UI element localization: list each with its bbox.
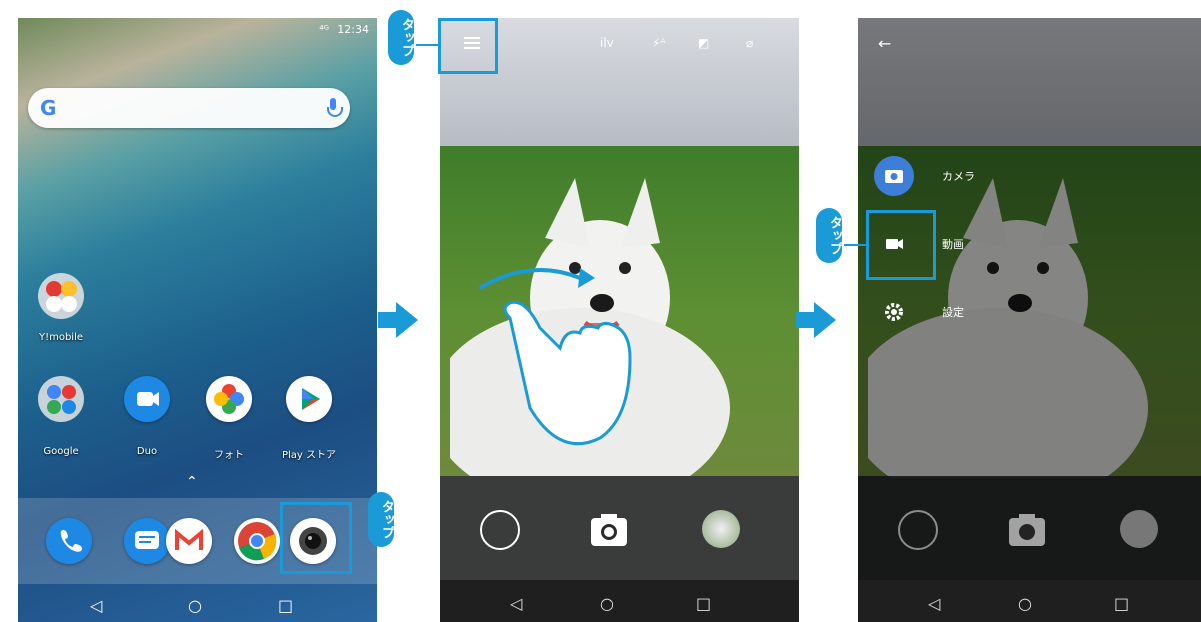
gear-icon (874, 292, 914, 332)
gallery-icon[interactable] (1120, 510, 1158, 548)
mic-icon[interactable] (327, 98, 343, 117)
recents-icon[interactable]: □ (278, 596, 293, 615)
app-label: Duo (136, 446, 158, 457)
app-label: Google (43, 446, 79, 457)
camera-icon (874, 156, 914, 196)
camera-screen: ilv ⚡ᴬ ◩ ⌀ ◁ ○ □ (440, 18, 799, 622)
google-logo-icon: G (40, 96, 57, 120)
signal-icon: ⁴ᴳ (319, 23, 329, 36)
arrow-right-icon (796, 302, 836, 338)
chrome-app-icon[interactable] (234, 518, 280, 564)
tap-callout: タップ (368, 492, 394, 547)
home-icon[interactable]: ○ (1018, 594, 1032, 613)
video-menu-highlight (866, 210, 936, 280)
swipe-hand-icon (478, 268, 632, 446)
tap-callout: タップ (388, 10, 414, 65)
photos-app-icon[interactable] (206, 376, 252, 422)
back-arrow-icon[interactable]: ← (878, 34, 891, 53)
hdr-icon[interactable]: ilv (600, 36, 614, 50)
menu-button-highlight (438, 18, 498, 74)
back-icon[interactable]: ◁ (928, 594, 940, 613)
navigation-bar: ◁ ○ □ (858, 580, 1201, 622)
switch-camera-icon[interactable] (480, 510, 520, 550)
app-label: Play ストア (281, 450, 337, 461)
navigation-bar: ◁ ○ □ (18, 584, 377, 622)
folder-ymobile[interactable] (38, 273, 84, 319)
folder-grid-icon (46, 281, 77, 312)
camera-menu-screen: ← カメラ 動画 設定 ◁ ○ □ (858, 18, 1201, 622)
menu-item-camera[interactable]: カメラ (874, 156, 1074, 196)
arrow-right-icon (378, 302, 418, 338)
recents-icon[interactable]: □ (696, 594, 711, 613)
shutter-icon[interactable] (1004, 508, 1050, 554)
back-icon[interactable]: ◁ (90, 596, 102, 615)
play-store-app-icon[interactable] (286, 376, 332, 422)
google-search-bar[interactable]: G (28, 88, 350, 128)
callout-leader (844, 244, 866, 246)
camera-app-highlight (280, 502, 352, 574)
exposure-icon[interactable]: ◩ (698, 36, 709, 50)
navigation-bar: ◁ ○ □ (440, 580, 799, 622)
menu-item-settings[interactable]: 設定 (874, 292, 1074, 332)
folder-grid-icon (47, 385, 76, 414)
messages-app-icon[interactable] (124, 518, 170, 564)
folder-google[interactable] (38, 376, 84, 422)
menu-item-label: 設定 (942, 306, 964, 319)
home-icon[interactable]: ○ (188, 596, 202, 615)
timer-icon[interactable]: ⌀ (746, 36, 753, 50)
tap-callout: タップ (816, 208, 842, 263)
status-bar: ⁴ᴳ 12:34 (18, 18, 377, 40)
menu-item-label: 動画 (942, 238, 964, 251)
status-time: 12:34 (337, 23, 369, 36)
folder-ymobile-label: Y!mobile (38, 332, 84, 343)
home-icon[interactable]: ○ (600, 594, 614, 613)
menu-item-label: カメラ (942, 170, 975, 183)
flash-icon[interactable]: ⚡ᴬ (652, 36, 666, 50)
switch-camera-icon[interactable] (898, 510, 938, 550)
callout-leader (416, 44, 438, 46)
gallery-thumbnail[interactable] (702, 510, 740, 548)
phone-app-icon[interactable] (46, 518, 92, 564)
app-label: フォト (214, 450, 244, 461)
recents-icon[interactable]: □ (1114, 594, 1129, 613)
duo-app-icon[interactable] (124, 376, 170, 422)
gmail-app-icon[interactable] (166, 518, 212, 564)
back-icon[interactable]: ◁ (510, 594, 522, 613)
shutter-icon[interactable] (586, 508, 632, 554)
chevron-up-icon[interactable]: ⌃ (186, 474, 198, 490)
